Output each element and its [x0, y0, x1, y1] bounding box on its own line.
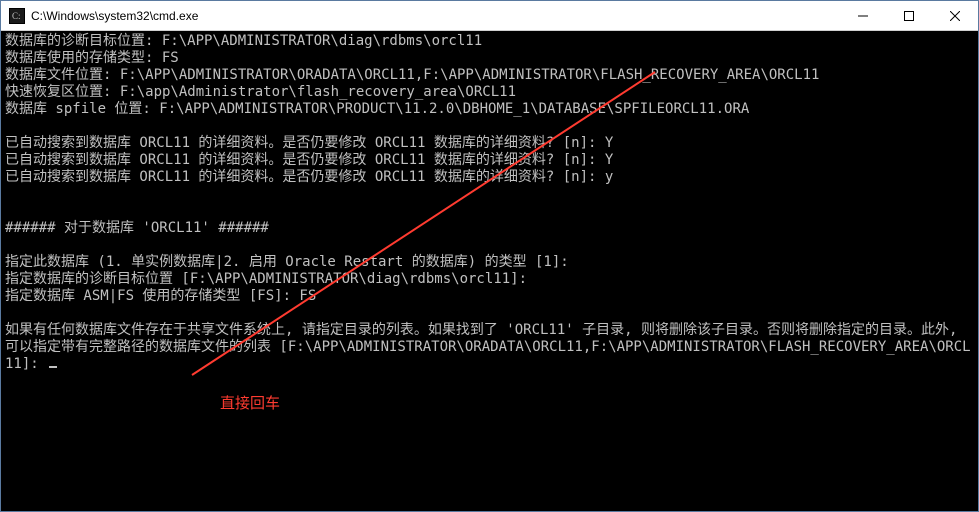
console-line: 数据库使用的存储类型: FS	[5, 50, 179, 66]
console-line: 已自动搜索到数据库 ORCL11 的详细资料。是否仍要修改 ORCL11 数据库…	[5, 152, 613, 168]
cmd-icon: C:	[9, 8, 25, 24]
close-button[interactable]	[932, 1, 978, 30]
console-line: 指定此数据库 (1. 单实例数据库|2. 启用 Oracle Restart 的…	[5, 254, 569, 270]
console-line: 已自动搜索到数据库 ORCL11 的详细资料。是否仍要修改 ORCL11 数据库…	[5, 135, 613, 151]
console-line: 数据库的诊断目标位置: F:\APP\ADMINISTRATOR\diag\rd…	[5, 33, 482, 49]
titlebar[interactable]: C: C:\Windows\system32\cmd.exe	[1, 1, 978, 31]
minimize-button[interactable]	[840, 1, 886, 30]
console-line: 指定数据库 ASM|FS 使用的存储类型 [FS]: FS	[5, 288, 316, 304]
console-line: 如果有任何数据库文件存在于共享文件系统上, 请指定目录的列表。如果找到了 'OR…	[5, 322, 971, 372]
console-line: 数据库文件位置: F:\APP\ADMINISTRATOR\ORADATA\OR…	[5, 67, 819, 83]
window-controls	[840, 1, 978, 30]
console-line: 指定数据库的诊断目标位置 [F:\APP\ADMINISTRATOR\diag\…	[5, 271, 527, 287]
maximize-button[interactable]	[886, 1, 932, 30]
console-line: 数据库 spfile 位置: F:\APP\ADMINISTRATOR\PROD…	[5, 101, 749, 117]
console-line: 快速恢复区位置: F:\app\Administrator\flash_reco…	[5, 84, 516, 100]
cursor	[49, 366, 57, 368]
svg-text:C:: C:	[12, 11, 21, 21]
console-line: ###### 对于数据库 'ORCL11' ######	[5, 220, 269, 236]
console-line: 已自动搜索到数据库 ORCL11 的详细资料。是否仍要修改 ORCL11 数据库…	[5, 169, 613, 185]
cmd-window: C: C:\Windows\system32\cmd.exe 数据库的诊断目标位…	[0, 0, 979, 512]
console-output[interactable]: 数据库的诊断目标位置: F:\APP\ADMINISTRATOR\diag\rd…	[1, 31, 978, 511]
window-title: C:\Windows\system32\cmd.exe	[31, 9, 840, 23]
